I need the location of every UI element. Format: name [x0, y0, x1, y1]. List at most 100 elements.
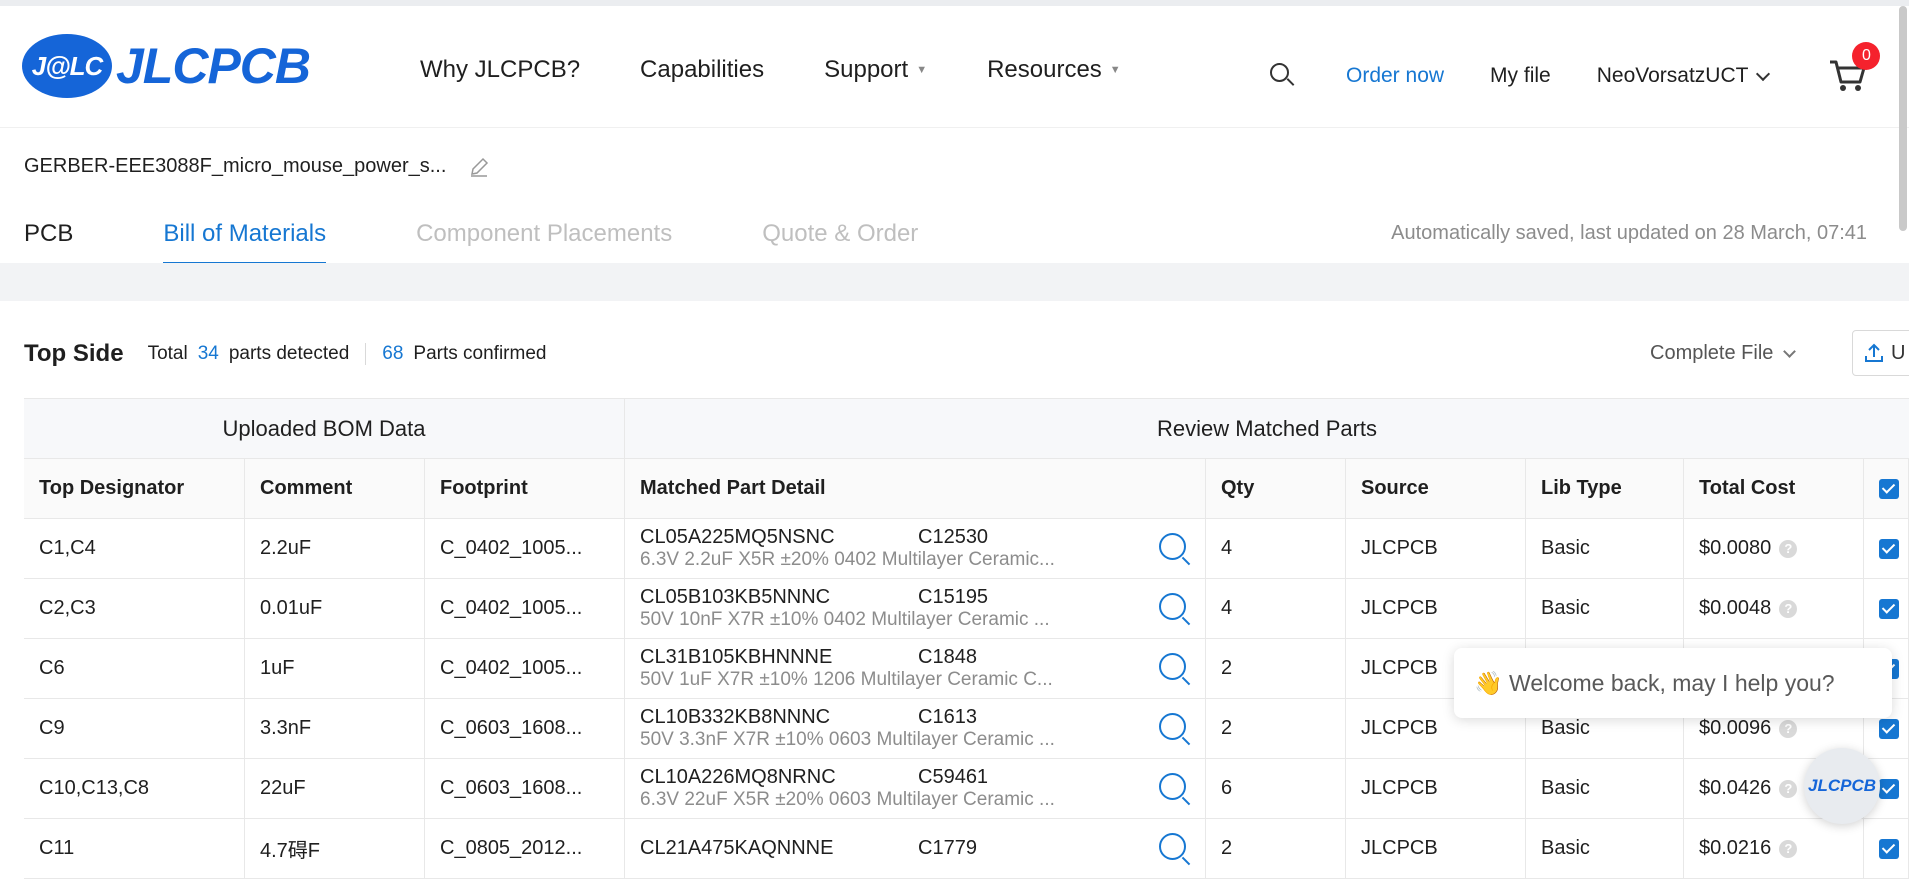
order-now-link[interactable]: Order now [1346, 64, 1444, 88]
chat-support-button[interactable]: JLCPCB [1804, 748, 1880, 824]
lib-type: Basic [1526, 759, 1684, 818]
col-source[interactable]: Source [1346, 459, 1526, 518]
lcsc-part[interactable]: C1613 [918, 706, 977, 729]
chevron-down-icon [1783, 344, 1797, 358]
qty: 2 [1206, 639, 1346, 698]
comment: 2.2uF [245, 519, 425, 578]
matched-part-detail: CL05A225MQ5NSNC C12530 6.3V 2.2uF X5R ±20… [625, 519, 1206, 578]
col-total-cost[interactable]: Total Cost [1684, 459, 1864, 518]
help-icon[interactable]: ? [1779, 779, 1798, 798]
help-icon[interactable]: ? [1779, 719, 1798, 738]
detected-label: parts detected [228, 343, 350, 364]
nav-capabilities[interactable]: Capabilities [640, 56, 764, 84]
lcsc-part[interactable]: C12530 [918, 526, 988, 549]
select-all-checkbox[interactable] [1879, 478, 1899, 499]
col-matched-part-detail[interactable]: Matched Part Detail [625, 459, 1206, 518]
tab-quote-order[interactable]: Quote & Order [762, 220, 918, 265]
col-qty[interactable]: Qty [1206, 459, 1346, 518]
complete-file-dropdown[interactable]: Complete File [1650, 342, 1797, 365]
col-lib-type[interactable]: Lib Type [1526, 459, 1684, 518]
qty: 6 [1206, 759, 1346, 818]
lcsc-part[interactable]: C59461 [918, 766, 988, 789]
nav-why-jlcpcb[interactable]: Why JLCPCB? [420, 56, 580, 84]
total-cost-cell: $0.0216? [1684, 819, 1864, 878]
matched-part-detail: CL21A475KAQNNNE C1779 [625, 819, 1206, 878]
nav-resources[interactable]: Resources ▼ [987, 56, 1121, 84]
row-checkbox[interactable] [1879, 778, 1899, 799]
complete-file-label: Complete File [1650, 342, 1774, 364]
total-cost-cell: $0.0080? [1684, 519, 1864, 578]
nav-label: Resources [987, 56, 1102, 83]
search-part-icon[interactable] [1159, 773, 1191, 806]
tab-bill-of-materials[interactable]: Bill of Materials [163, 220, 327, 265]
row-checkbox[interactable] [1879, 598, 1899, 619]
matched-part-detail: CL31B105KBHNNNE C1848 50V 1uF X7R ±10% 12… [625, 639, 1206, 698]
col-top-designator[interactable]: Top Designator [24, 459, 245, 518]
nav-label: Support [824, 56, 909, 83]
total-cost: $0.0216 [1699, 837, 1772, 859]
search-part-icon[interactable] [1159, 593, 1191, 626]
bom-table: Uploaded BOM Data Review Matched Parts T… [24, 398, 1909, 879]
lcsc-part[interactable]: C1779 [918, 837, 977, 860]
search-part-icon[interactable] [1159, 653, 1191, 686]
top-side-summary: Top Side Total 34 parts detected 68 Part… [24, 340, 546, 368]
footprint: C_0402_1005... [425, 639, 625, 698]
qty: 2 [1206, 699, 1346, 758]
designator: C11 [24, 819, 245, 878]
comment: 1uF [245, 639, 425, 698]
footprint: C_0603_1608... [425, 699, 625, 758]
qty: 4 [1206, 579, 1346, 638]
search-part-icon[interactable] [1159, 833, 1191, 866]
mpn: CL10A226MQ8NRNC [640, 766, 836, 788]
lcsc-part[interactable]: C15195 [918, 586, 988, 609]
cart-button[interactable]: 0 [1828, 42, 1881, 94]
nav-support[interactable]: Support ▼ [824, 56, 927, 84]
row-checkbox[interactable] [1879, 538, 1899, 559]
part-description: 6.3V 2.2uF X5R ±20% 0402 Multilayer Cera… [640, 549, 1055, 570]
chat-welcome-bubble[interactable]: 👋 Welcome back, may I help you? [1454, 648, 1892, 718]
qty: 4 [1206, 519, 1346, 578]
row-checkbox[interactable] [1879, 718, 1899, 739]
comment: 22uF [245, 759, 425, 818]
lib-type: Basic [1526, 819, 1684, 878]
search-icon[interactable] [1270, 63, 1296, 89]
row-select-cell [1864, 519, 1909, 578]
tab-pcb[interactable]: PCB [24, 220, 73, 265]
user-menu[interactable]: NeoVorsatzUCT [1597, 64, 1771, 88]
part-description: 50V 10nF X7R ±10% 0402 Multilayer Cerami… [640, 609, 1050, 630]
mpn: CL31B105KBHNNNE [640, 646, 833, 668]
lib-type: Basic [1526, 579, 1684, 638]
group-uploaded-bom: Uploaded BOM Data [24, 399, 625, 458]
part-description: 50V 1uF X7R ±10% 1206 Multilayer Ceramic… [640, 669, 1053, 690]
help-icon[interactable]: ? [1779, 839, 1798, 858]
designator: C1,C4 [24, 519, 245, 578]
my-file-link[interactable]: My file [1490, 64, 1551, 88]
designator: C6 [24, 639, 245, 698]
tab-component-placements[interactable]: Component Placements [416, 220, 672, 265]
total-cost: $0.0096 [1699, 717, 1772, 739]
matched-part-detail: CL10B332KB8NNNC C1613 50V 3.3nF X7R ±10% … [625, 699, 1206, 758]
project-name: GERBER-EEE3088F_micro_mouse_power_s... [24, 155, 447, 177]
col-footprint[interactable]: Footprint [425, 459, 625, 518]
mpn: CL21A475KAQNNNE [640, 837, 834, 859]
search-part-icon[interactable] [1159, 533, 1191, 566]
lcsc-part[interactable]: C1848 [918, 646, 977, 669]
caret-down-icon: ▼ [916, 64, 928, 76]
table-row: C11 4.7碍F C_0805_2012... CL21A475KAQNNNE… [24, 819, 1909, 879]
col-comment[interactable]: Comment [245, 459, 425, 518]
search-part-icon[interactable] [1159, 713, 1191, 746]
row-checkbox[interactable] [1879, 838, 1899, 859]
row-select-cell [1864, 819, 1909, 878]
caret-down-icon: ▼ [1109, 64, 1121, 76]
help-icon[interactable]: ? [1779, 599, 1798, 618]
jlcpcb-logo[interactable]: J@LC JLCPCB [22, 34, 311, 98]
detected-count: 34 [197, 343, 219, 364]
page-scrollbar[interactable] [1899, 6, 1907, 231]
upload-button[interactable]: U [1852, 330, 1909, 376]
edit-icon[interactable] [468, 156, 490, 178]
total-cost: $0.0080 [1699, 537, 1772, 559]
total-cost-cell: $0.0048? [1684, 579, 1864, 638]
footprint: C_0805_2012... [425, 819, 625, 878]
lib-type: Basic [1526, 519, 1684, 578]
help-icon[interactable]: ? [1779, 539, 1798, 558]
